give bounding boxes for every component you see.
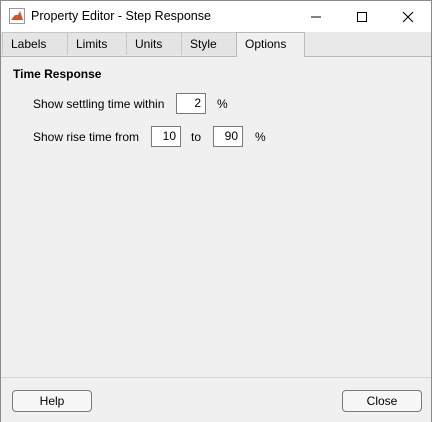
rise-time-to-input[interactable]: 90	[213, 126, 243, 147]
settling-time-label: Show settling time within	[33, 97, 165, 111]
dialog-footer: Help Close	[1, 377, 431, 422]
maximize-button[interactable]	[339, 1, 385, 32]
settling-unit-label: %	[217, 97, 228, 111]
matlab-app-icon	[9, 8, 25, 24]
rise-time-to-label: to	[191, 130, 202, 144]
tab-units[interactable]: Units	[126, 32, 182, 55]
maximize-icon	[357, 11, 367, 22]
settling-time-input[interactable]: 2	[176, 93, 206, 114]
rise-time-label: Show rise time from	[33, 130, 140, 144]
property-editor-window: Property Editor - Step Response Labels L…	[0, 0, 432, 422]
close-icon	[402, 11, 414, 22]
rise-unit-label: %	[255, 130, 266, 144]
help-button[interactable]: Help	[12, 390, 92, 412]
tab-strip: Labels Limits Units Style Options	[1, 32, 431, 57]
minimize-button[interactable]	[293, 1, 339, 32]
close-window-button[interactable]	[385, 1, 431, 32]
close-button[interactable]: Close	[342, 390, 422, 412]
rise-time-from-input[interactable]: 10	[151, 126, 181, 147]
tab-limits[interactable]: Limits	[67, 32, 127, 55]
tab-labels[interactable]: Labels	[2, 32, 68, 55]
minimize-icon	[311, 16, 321, 17]
title-bar[interactable]: Property Editor - Step Response	[1, 1, 431, 32]
tab-style[interactable]: Style	[181, 32, 237, 55]
window-title: Property Editor - Step Response	[31, 9, 211, 23]
tab-options[interactable]: Options	[236, 32, 305, 57]
section-title: Time Response	[13, 67, 102, 81]
